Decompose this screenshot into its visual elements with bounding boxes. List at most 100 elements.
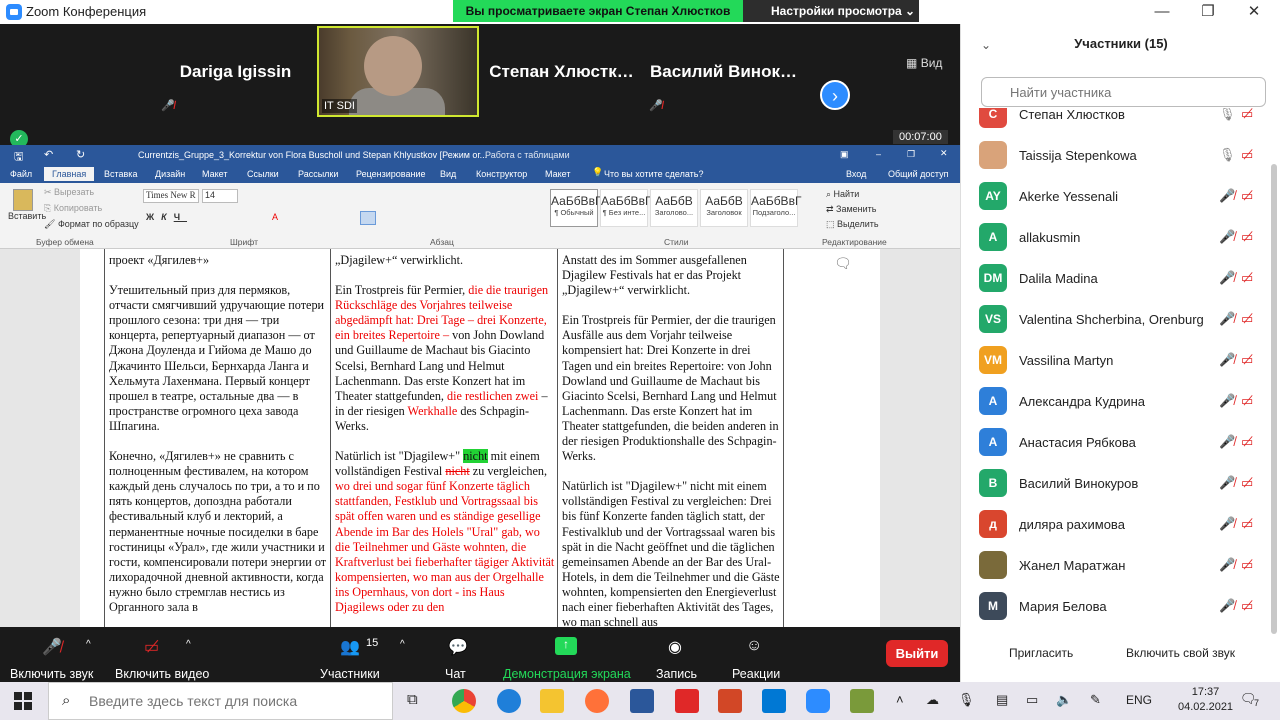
avatar: М — [979, 592, 1007, 620]
mic-muted-icon: 🎤̸ — [1219, 270, 1236, 285]
unmute-button[interactable]: Включить звук — [10, 667, 93, 681]
participant-tile[interactable]: Василий Винок… 🎤̸ — [643, 26, 804, 117]
doc-paragraph: Конечно, «Дягилев+» не сравнить с полноц… — [109, 449, 327, 614]
avatar: д — [979, 510, 1007, 538]
video-off-icon[interactable]: ▭̸ — [144, 637, 159, 657]
participant-name: Василий Винок… — [650, 61, 797, 81]
list-item[interactable]: В Василий Винокуров 🎤̸ ▭̸ — [961, 463, 1269, 504]
grid-icon: ▦ — [906, 56, 918, 70]
chevron-up-icon[interactable]: ^ — [86, 639, 91, 650]
file-explorer-icon[interactable] — [540, 689, 564, 713]
mic-muted-icon: 🎤̸ — [1219, 475, 1236, 490]
meeting-controls: 🎤̸ ^ Включить звук ▭̸ ^ Включить видео 👥… — [0, 627, 960, 682]
invite-button[interactable]: Пригласить — [1009, 646, 1073, 660]
list-item[interactable]: М Мария Белова 🎤̸ ▭̸ — [961, 586, 1269, 627]
record-button[interactable]: Запись — [656, 667, 697, 681]
paint-icon[interactable] — [850, 689, 874, 713]
list-item[interactable]: А Александра Кудрина 🎤̸ ▭̸ — [961, 381, 1269, 422]
mic-muted-icon: 🎤̸ — [1219, 557, 1236, 572]
next-page-icon[interactable]: › — [820, 80, 850, 110]
video-off-icon: ▭̸ — [1241, 311, 1254, 326]
chat-icon[interactable]: 💬 — [448, 637, 468, 657]
participants-button[interactable]: Участники — [320, 667, 380, 681]
edge-icon[interactable] — [497, 689, 521, 713]
monitor-icon[interactable]: ▭ — [1026, 692, 1038, 708]
leave-button[interactable]: Выйти — [886, 640, 948, 667]
unmute-self-button[interactable]: Включить свой звук — [1126, 646, 1235, 660]
view-options-label: Настройки просмотра — [771, 4, 902, 18]
view-options-button[interactable]: Настройки просмотра ⌄ — [743, 0, 919, 22]
participant-tile[interactable]: Dariga Igissin 🎤̸ — [155, 26, 316, 117]
participant-name: IT SDI — [322, 99, 357, 113]
mic-muted-icon: 🎤̸ — [161, 100, 175, 112]
record-icon[interactable]: ◉ — [668, 637, 682, 657]
start-video-button[interactable]: Включить видео — [115, 667, 209, 681]
list-item[interactable]: VS Valentina Shcherbina, Orenburg 🎤̸ ▭̸ — [961, 299, 1269, 340]
meeting-timer: 00:07:00 — [893, 130, 948, 144]
list-item[interactable]: VM Vassilina Martyn 🎤̸ ▭̸ — [961, 340, 1269, 381]
table-column-russian: проект «Дягилев+» Утешительный приз для … — [104, 249, 331, 627]
network-icon[interactable]: ▤ — [996, 692, 1008, 708]
style-sample: АаБбВвГ — [551, 194, 602, 208]
restore-icon[interactable]: ❐ — [1198, 2, 1218, 22]
list-item[interactable]: С Степан Хлюстков 🎙 ▭̸ — [961, 108, 1269, 135]
window-title: Zoom Конференция — [26, 4, 147, 19]
minimize-icon[interactable]: — — [1152, 2, 1172, 22]
mail-icon[interactable] — [762, 689, 786, 713]
mic-muted-icon: 🎤̸ — [1219, 352, 1236, 367]
mic-muted-icon: 🎤̸ — [1219, 434, 1236, 449]
doc-paragraph: Ein Trostpreis für Permier, der die trau… — [562, 313, 779, 464]
yandex-icon[interactable] — [675, 689, 699, 713]
active-video-tile[interactable]: IT SDI — [317, 26, 479, 117]
zoom-icon[interactable] — [806, 689, 830, 713]
mic-muted-icon: 🎤̸ — [1219, 188, 1236, 203]
clipboard-icon — [13, 189, 33, 211]
view-button[interactable]: ▦ Вид — [906, 56, 942, 70]
powerpoint-icon[interactable] — [718, 689, 742, 713]
chevron-up-icon[interactable]: ^ — [400, 639, 405, 650]
participant-search-input[interactable] — [981, 77, 1266, 107]
mic-muted-icon[interactable]: 🎤̸ — [42, 637, 62, 657]
reactions-icon[interactable]: ☺ — [746, 637, 762, 655]
list-item[interactable]: AY Akerke Yessenali 🎤̸ ▭̸ — [961, 176, 1269, 217]
word-icon[interactable] — [630, 689, 654, 713]
list-item[interactable]: Taissija Stepenkowa 🎙 ▭̸ — [961, 135, 1269, 176]
share-screen-button[interactable]: Демонстрация экрана — [503, 667, 631, 681]
language-indicator[interactable]: ENG — [1126, 693, 1152, 707]
participant-name: Valentina Shcherbina, Orenburg — [1019, 312, 1204, 327]
list-item[interactable]: Жанел Маратжан 🎤̸ ▭̸ — [961, 545, 1269, 586]
chevron-up-icon[interactable]: ^ — [186, 639, 191, 650]
font-size-box: 14 — [202, 189, 238, 203]
volume-icon[interactable]: 🔈 — [1056, 692, 1072, 708]
list-item[interactable]: д диляра рахимова 🎤̸ ▭̸ — [961, 504, 1269, 545]
task-view-icon[interactable]: ⧉ — [407, 691, 418, 708]
reactions-button[interactable]: Реакции — [732, 667, 780, 681]
list-item[interactable]: А Анастасия Рябкова 🎤̸ ▭̸ — [961, 422, 1269, 463]
participants-icon[interactable]: 👥 — [340, 637, 360, 657]
scrollbar[interactable] — [1271, 164, 1277, 634]
styles-group-label: Стили — [664, 237, 689, 247]
chevron-up-icon[interactable]: ˄ — [896, 692, 904, 707]
chat-button[interactable]: Чат — [445, 667, 466, 681]
pen-icon[interactable]: ✎ — [1090, 692, 1101, 708]
firefox-icon[interactable] — [585, 689, 609, 713]
avatar — [979, 551, 1007, 579]
style-sample: АаБбВ — [705, 194, 743, 208]
share-screen-icon[interactable]: ↑ — [555, 637, 577, 655]
list-item[interactable]: DM Dalila Madina 🎤̸ ▭̸ — [961, 258, 1269, 299]
windows-start-icon[interactable] — [14, 692, 32, 710]
login-link: Вход — [846, 169, 867, 179]
participant-name: Степан Хлюстков — [1019, 108, 1125, 122]
doc-paragraph: „Djagilew+“ verwirklicht. — [335, 253, 464, 267]
taskbar-search-input[interactable] — [48, 682, 393, 720]
word-ribbon-tabs: Файл Главная Вставка Дизайн Макет Ссылки… — [0, 165, 960, 183]
participant-tile[interactable]: Степан Хлюстк… — [481, 26, 642, 117]
clock[interactable]: 17:37 04.02.2021 — [1178, 685, 1233, 715]
clock-date: 04.02.2021 — [1178, 701, 1234, 713]
tab-view: Вид — [440, 169, 457, 179]
chrome-icon[interactable] — [452, 689, 476, 713]
close-icon[interactable]: ✕ — [1244, 2, 1264, 22]
list-item[interactable]: Aallakusmin 🎤̸ ▭̸ — [961, 217, 1269, 258]
avatar: А — [979, 428, 1007, 456]
participant-name: Анастасия Рябкова — [1019, 435, 1136, 450]
